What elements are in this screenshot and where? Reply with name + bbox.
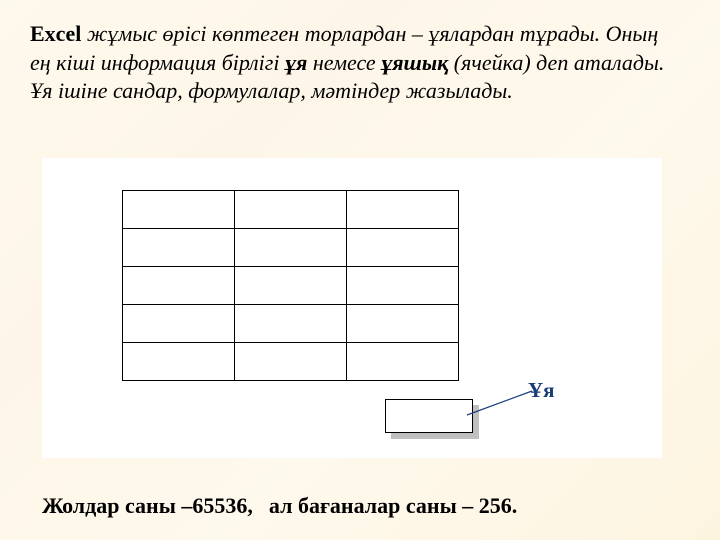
grid-cell	[123, 305, 235, 343]
grid-cell	[123, 229, 235, 267]
grid-cell	[347, 267, 459, 305]
grid-cell	[123, 191, 235, 229]
excel-term: Excel	[30, 21, 81, 46]
cell-label: Ұя	[528, 378, 555, 403]
grid-cell	[347, 305, 459, 343]
grid-table	[122, 190, 459, 381]
table-row	[123, 229, 459, 267]
grid-cell	[347, 343, 459, 381]
para-text-2: немесе	[307, 50, 381, 75]
callout-cell	[385, 399, 473, 433]
grid-cell	[235, 343, 347, 381]
rows-count: Жолдар саны –65536,	[42, 493, 253, 518]
grid-cell	[235, 267, 347, 305]
table-row	[123, 267, 459, 305]
grid-cell	[235, 191, 347, 229]
grid-cell	[347, 191, 459, 229]
table-row	[123, 343, 459, 381]
table-row	[123, 305, 459, 343]
grid-cell	[347, 229, 459, 267]
table-row	[123, 191, 459, 229]
term-uyashyk: ұяшық	[381, 50, 448, 75]
illustration-panel: Ұя	[42, 158, 662, 458]
grid-cell	[123, 343, 235, 381]
footer-line: Жолдар саны –65536, ал бағаналар саны – 2…	[42, 493, 517, 519]
term-uya: ұя	[285, 50, 307, 75]
cols-count: ал бағаналар саны – 256.	[269, 493, 517, 518]
grid-cell	[235, 229, 347, 267]
grid-cell	[123, 267, 235, 305]
grid-cell	[235, 305, 347, 343]
intro-paragraph: Excel жұмыс өрісі көптеген торлардан – ұ…	[30, 20, 680, 106]
